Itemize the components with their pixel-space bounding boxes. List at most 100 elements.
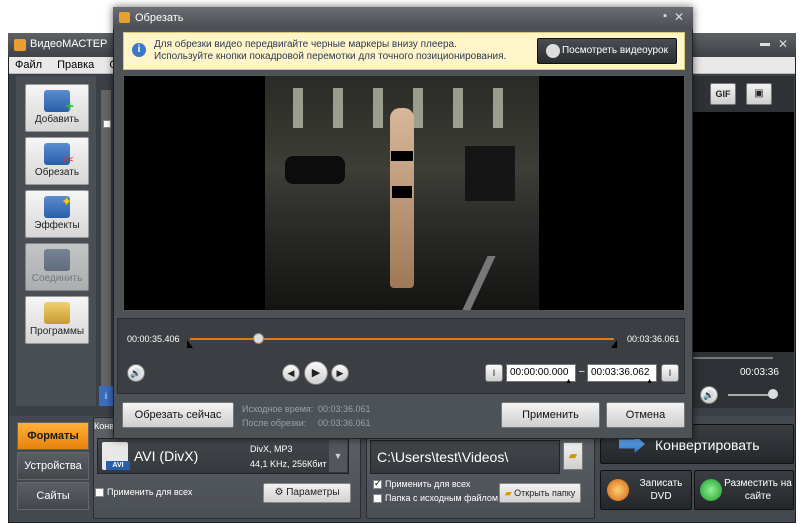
start-time-value: 00:00:00.000 [510,367,569,378]
folder-icon: ▰ [504,488,515,498]
preview-screen [693,112,794,352]
after-cut-label: После обрезки: [242,418,307,428]
menu-edit[interactable]: Правка [51,57,100,73]
close-main-icon[interactable]: ✕ [778,37,788,51]
fullscreen-icon[interactable]: ▣ [746,83,772,105]
tab-sites[interactable]: Сайты [17,482,89,510]
orig-time-value: 00:03:36.061 [318,404,371,414]
range-dash: – [579,366,585,377]
after-cut-value: 00:03:36.061 [318,418,371,428]
orig-time-label: Исходное время: [242,404,314,414]
apply-all-output-checkbox[interactable] [373,478,382,490]
effects-label: Эффекты [34,220,80,231]
dialog-maximize-icon[interactable]: ▪ [663,10,667,22]
effects-button[interactable]: ✦ Эффекты [25,190,89,238]
preview-volume-icon[interactable]: 🔊 [700,386,718,404]
hint-line-2: Используйте кнопки покадровой перемотки … [154,51,507,62]
publish-button[interactable]: Разместить на сайте [694,470,794,510]
gif-button[interactable]: GIF [710,83,736,105]
play-icon[interactable]: ▶ [304,361,328,385]
output-path[interactable]: C:\Users\test\Videos\ [370,440,560,474]
apply-all-output-label: Применить для всех [385,479,471,489]
join-film-icon [44,249,70,271]
hint-banner: i Для обрезки видео передвигайте черные … [123,32,685,70]
preview-volume-handle[interactable] [768,389,778,399]
dialog-title: Обрезать [135,12,184,24]
format-audio: 44,1 KHz, 256Кбит [250,459,327,469]
add-film-icon: + [44,90,74,115]
cut-label: Обрезать [34,167,80,178]
params-button[interactable]: ⚙ Параметры [263,483,351,503]
programs-button[interactable]: Программы [25,296,89,344]
end-time-field[interactable]: 00:03:36.062 ▲ [587,364,657,385]
upload-icon [700,479,722,501]
app-logo-icon [14,39,26,51]
open-folder-button[interactable]: ▰ Открыть папку [499,483,581,503]
publish-label: Разместить на сайте [724,478,792,502]
cut-now-button[interactable]: Обрезать сейчас [122,402,234,428]
tutorial-label: Посмотреть видеоурок [561,45,668,56]
programs-icon [44,302,70,324]
programs-label: Программы [29,326,85,337]
file-checkbox[interactable] [103,120,111,128]
end-time-value: 00:03:36.062 [591,367,650,378]
source-folder-option[interactable]: Папка с исходным файлом [373,493,499,504]
set-end-icon[interactable]: I [661,364,679,382]
censor-bar-bottom [392,186,412,198]
format-codec: DivX, MP3 [250,444,293,454]
apply-all-format[interactable]: Применить для всех [95,487,193,498]
format-badge: AVI [106,461,130,470]
end-time: 00:03:36.061 [627,334,680,344]
censor-bar-top [391,151,413,161]
start-spin-icon[interactable]: ▲ [565,378,572,385]
cut-button[interactable]: ✂ Обрезать [25,137,89,185]
dialog-close-icon[interactable]: ✕ [674,10,684,24]
burn-dvd-button[interactable]: Записать DVD [600,470,692,510]
start-time-field[interactable]: 00:00:00.000 ▲ [506,364,576,385]
source-folder-checkbox[interactable] [373,494,382,504]
info-icon[interactable]: i [99,386,113,406]
effects-wand-icon: ✦ [44,194,72,218]
burn-dvd-label: Записать DVD [639,478,683,502]
tutorial-button[interactable]: Посмотреть видеоурок [537,38,677,64]
format-dropdown-icon[interactable]: ▼ [329,440,347,472]
browse-folder-icon[interactable]: ▰ [563,442,583,470]
cut-film-icon: ✂ [44,143,74,167]
apply-all-output[interactable]: Применить для всех [373,478,471,490]
webcam-icon [546,44,560,58]
end-spin-icon[interactable]: ▲ [646,378,653,385]
gear-icon: ⚙ [274,487,287,498]
current-time: 00:00:35.406 [127,334,180,344]
video-frame [265,76,539,310]
preview-time: 00:03:36 [740,367,779,378]
add-label: Добавить [34,114,80,125]
playhead-handle[interactable] [252,333,264,344]
source-folder-label: Папка с исходным файлом [385,493,499,503]
format-header: Конв [94,421,114,431]
volume-icon[interactable]: 🔊 [127,364,145,382]
add-button[interactable]: + Добавить [25,84,89,132]
tab-devices[interactable]: Устройства [17,452,89,480]
join-button[interactable]: Соединить [25,243,89,291]
join-label: Соединить [31,273,83,284]
file-list-strip [101,90,111,390]
main-window-title: ВидеоМАСТЕР [30,38,108,50]
dialog-title-bar: Обрезать ▪ ✕ [113,7,693,29]
apply-all-label: Применить для всех [107,487,193,497]
menu-file[interactable]: Файл [9,57,48,73]
minimize-icon[interactable]: ▬ [760,38,770,49]
convert-label: Конвертировать [655,437,760,453]
set-start-icon[interactable]: I [485,364,503,382]
apply-button[interactable]: Применить [501,402,600,428]
cancel-button[interactable]: Отмена [606,402,685,428]
pillar-right [465,146,515,201]
params-label: Параметры [286,487,340,498]
preview-progress[interactable] [693,357,773,359]
next-frame-icon[interactable]: ▶ [331,364,349,382]
info-circle-icon: i [132,43,146,57]
apply-all-checkbox[interactable] [95,488,104,498]
timeline-panel [117,318,685,394]
prev-frame-icon[interactable]: ◀ [282,364,300,382]
tab-formats[interactable]: Форматы [17,422,89,450]
format-name: AVI (DivX) [134,448,199,464]
